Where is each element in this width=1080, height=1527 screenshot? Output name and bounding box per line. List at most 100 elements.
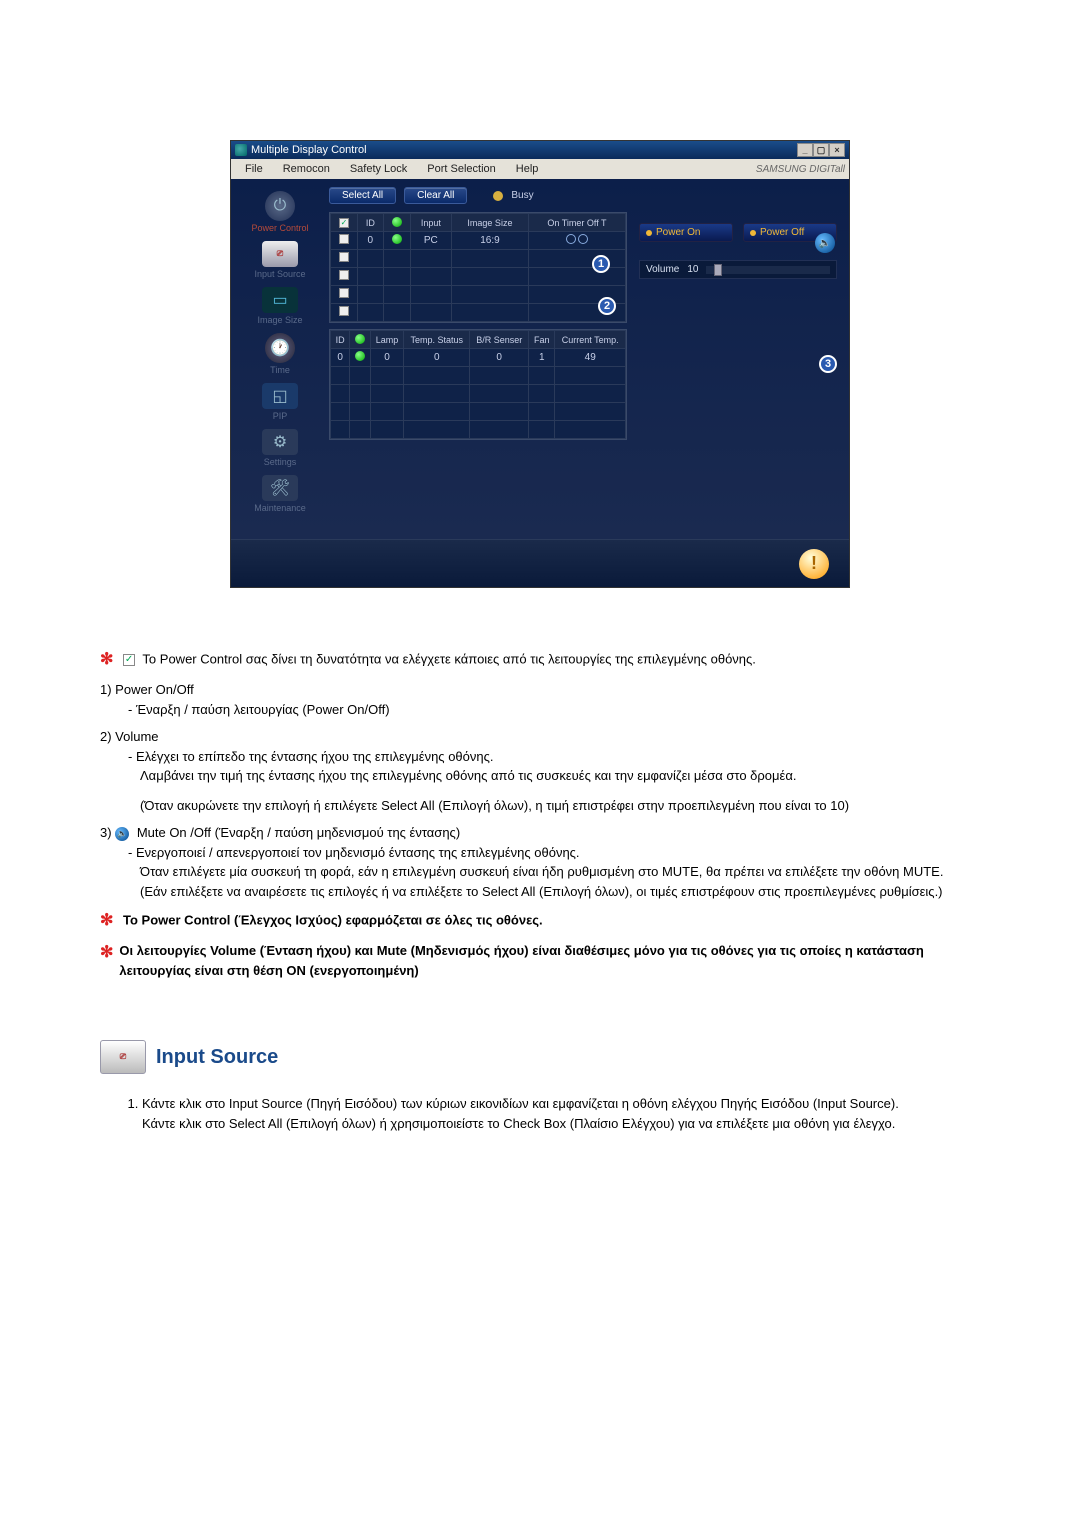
item-2-sub3: (Όταν ακυρώνετε την επιλογή ή επιλέγετε … <box>140 796 980 816</box>
input-source-icon: ⎚ <box>262 241 298 267</box>
cell-id: 0 <box>358 232 384 250</box>
item-3-label: Mute On /Off (Έναρξη / παύση μηδενισμού … <box>137 825 460 840</box>
volume-slider[interactable] <box>706 266 830 274</box>
close-button[interactable]: × <box>829 143 845 157</box>
status-dot-icon <box>392 217 402 227</box>
callout-2: 2 <box>598 297 616 315</box>
header-checkbox[interactable]: ✓ <box>339 218 349 228</box>
power-on-button[interactable]: Power On <box>639 223 733 242</box>
item-3-num: 3) <box>100 825 112 840</box>
menu-port-selection[interactable]: Port Selection <box>417 161 505 177</box>
table-row[interactable]: 0 PC 16:9 <box>331 232 626 250</box>
checkbox-icon: ✓ <box>123 654 135 666</box>
volume-row: Volume 10 <box>639 260 837 279</box>
cell-id: 0 <box>331 349 350 367</box>
led-icon <box>750 230 756 236</box>
table-row[interactable] <box>331 268 626 286</box>
timer-off-icon <box>566 234 576 244</box>
intro-line: ✻ ✓ Το Power Control σας δίνει τη δυνατό… <box>100 648 980 672</box>
sidebar-item-time[interactable]: 🕐 Time <box>237 331 323 379</box>
cell-on-timer <box>528 232 625 250</box>
mdc-app-window: Multiple Display Control _ ▢ × File Remo… <box>230 140 850 588</box>
mute-button[interactable]: 🔈 <box>815 233 835 253</box>
table-row[interactable]: 0 0 0 0 1 49 <box>331 349 626 367</box>
table-row[interactable] <box>331 250 626 268</box>
cell-image-size: 16:9 <box>451 232 528 250</box>
sidebar-item-image-size[interactable]: ▭ Image Size <box>237 285 323 329</box>
sidebar-item-settings[interactable]: ⚙ Settings <box>237 427 323 471</box>
cell-lamp: 0 <box>370 349 404 367</box>
row-checkbox[interactable] <box>339 252 349 262</box>
item-2: 2) Volume <box>100 727 980 747</box>
col-input: Input <box>410 214 451 232</box>
titlebar: Multiple Display Control _ ▢ × <box>231 141 849 159</box>
col-fan: Fan <box>529 331 555 349</box>
menu-safety-lock[interactable]: Safety Lock <box>340 161 417 177</box>
col-id: ID <box>358 214 384 232</box>
sidebar-item-label: Settings <box>237 457 323 467</box>
busy-indicator-icon <box>493 191 503 201</box>
col-br-senser: B/R Senser <box>470 331 529 349</box>
row-checkbox[interactable] <box>339 270 349 280</box>
table-row[interactable] <box>331 385 626 403</box>
row-checkbox[interactable] <box>339 234 349 244</box>
power-icon: ⏻ <box>265 191 295 221</box>
col-image-size: Image Size <box>451 214 528 232</box>
speaker-icon: 🔈 <box>115 827 129 841</box>
input-source-icon: ⎚ <box>100 1040 146 1074</box>
instr-1a: Κάντε κλικ στο Input Source (Πηγή Εισόδο… <box>142 1096 899 1111</box>
section-title: Input Source <box>156 1042 278 1072</box>
instruction-list: Κάντε κλικ στο Input Source (Πηγή Εισόδο… <box>100 1094 980 1133</box>
input-source-heading: ⎚ Input Source <box>100 1040 980 1074</box>
display-table: ✓ ID Input Image Size On Timer Off T <box>329 212 627 323</box>
sidebar-item-input-source[interactable]: ⎚ Input Source <box>237 239 323 283</box>
table-row[interactable] <box>331 304 626 322</box>
menu-remocon[interactable]: Remocon <box>273 161 340 177</box>
star-icon: ✻ <box>100 648 113 672</box>
row-checkbox[interactable] <box>339 288 349 298</box>
col-temp-status: Temp. Status <box>404 331 470 349</box>
callout-3: 3 <box>819 355 837 373</box>
volume-value: 10 <box>687 264 698 275</box>
busy-label: Busy <box>511 190 533 201</box>
sidebar-item-pip[interactable]: ◱ PIP <box>237 381 323 425</box>
timer-on-icon <box>578 234 588 244</box>
sidebar: ⏻ Power Control ⎚ Input Source ▭ Image S… <box>237 185 323 533</box>
note-2: ✻ Οι λειτουργίες Volume (Ένταση ήχου) κα… <box>100 941 980 980</box>
led-icon <box>646 230 652 236</box>
table-row[interactable] <box>331 367 626 385</box>
item-2-sub1: - Ελέγχει το επίπεδο της έντασης ήχου τη… <box>128 747 980 767</box>
table-row[interactable] <box>331 286 626 304</box>
cell-sensor: 0 <box>470 349 529 367</box>
menu-help[interactable]: Help <box>506 161 549 177</box>
pip-icon: ◱ <box>262 383 298 409</box>
clear-all-button[interactable]: Clear All <box>404 187 467 204</box>
select-all-button[interactable]: Select All <box>329 187 396 204</box>
maximize-button[interactable]: ▢ <box>813 143 829 157</box>
table-row[interactable] <box>331 403 626 421</box>
document-body: ✻ ✓ Το Power Control σας δίνει τη δυνατό… <box>80 648 1000 1133</box>
item-3-sub3: (Εάν επιλέξετε να αναιρέσετε τις επιλογέ… <box>140 882 980 902</box>
callout-1: 1 <box>592 255 610 273</box>
cell-fan: 1 <box>529 349 555 367</box>
item-3-sub1: - Ενεργοποιεί / απενεργοποιεί τον μηδενι… <box>128 843 980 863</box>
status-dot-icon <box>355 334 365 344</box>
list-item: Κάντε κλικ στο Input Source (Πηγή Εισόδο… <box>142 1094 980 1133</box>
col-current-temp: Current Temp. <box>555 331 626 349</box>
row-checkbox[interactable] <box>339 306 349 316</box>
app-icon <box>235 144 247 156</box>
note-2-text: Οι λειτουργίες Volume (Ένταση ήχου) και … <box>119 941 980 980</box>
table-row[interactable] <box>331 421 626 439</box>
sidebar-item-maintenance[interactable]: 🛠 Maintenance <box>237 473 323 517</box>
slider-thumb[interactable] <box>714 264 722 276</box>
sidebar-item-power-control[interactable]: ⏻ Power Control <box>237 189 323 237</box>
menu-file[interactable]: File <box>235 161 273 177</box>
minimize-button[interactable]: _ <box>797 143 813 157</box>
note-1-text: Το Power Control (Έλεγχος Ισχύος) εφαρμό… <box>123 912 543 927</box>
col-status <box>383 214 410 232</box>
item-3: 3) 🔈 Mute On /Off (Έναρξη / παύση μηδενι… <box>100 823 980 843</box>
star-icon: ✻ <box>100 909 113 933</box>
power-on-label: Power On <box>656 227 700 238</box>
image-size-icon: ▭ <box>262 287 298 313</box>
sidebar-item-label: PIP <box>237 411 323 421</box>
